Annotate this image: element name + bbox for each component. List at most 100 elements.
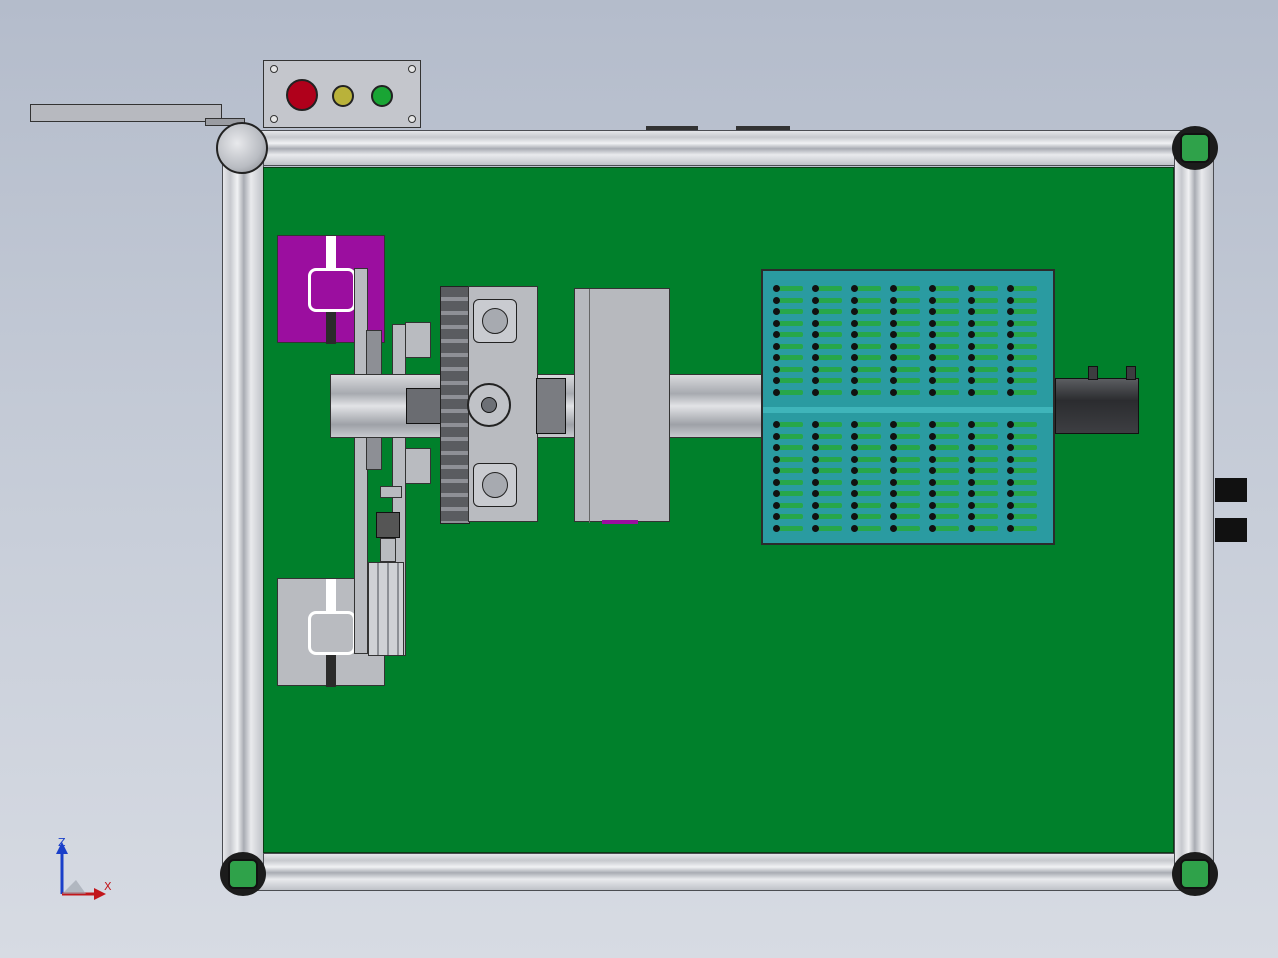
tray-part (857, 309, 881, 314)
tray-pocket (1007, 467, 1014, 474)
tray-pocket (1007, 478, 1014, 486)
tray-part (896, 320, 920, 326)
tray-part (818, 309, 842, 314)
tray-part (896, 309, 920, 314)
tray-pocket (890, 342, 897, 350)
tray-part (1013, 332, 1037, 337)
tray-pocket (968, 296, 975, 304)
tray-part (818, 366, 842, 372)
tray-pocket (812, 513, 819, 520)
tray-part (974, 514, 998, 519)
center-flange (467, 383, 511, 427)
tray-part (1013, 456, 1037, 462)
pause-button[interactable] (332, 85, 354, 107)
tray-part (857, 479, 881, 485)
tray-part (779, 309, 803, 314)
tray-part (896, 343, 920, 349)
tray-part (818, 343, 842, 349)
tray-part (779, 514, 803, 519)
tray-part (1013, 343, 1037, 349)
start-button[interactable] (371, 85, 393, 107)
tray-part (779, 355, 803, 360)
tray-part (818, 468, 842, 473)
tray-pocket (968, 285, 975, 292)
tray-part (1013, 525, 1037, 531)
tray-part (818, 479, 842, 485)
tray-pocket (773, 308, 780, 315)
tray-part (818, 378, 842, 383)
tray-part (857, 343, 881, 349)
tray-part (818, 456, 842, 462)
tray-pocket (851, 467, 858, 474)
tray-pocket (851, 444, 858, 451)
tray-part (1013, 433, 1037, 439)
press-divider (589, 289, 590, 523)
tray-pocket (812, 296, 819, 304)
tray-pocket (812, 490, 819, 497)
tray-pocket (773, 467, 780, 474)
magenta-fixture (277, 235, 385, 344)
tray-pocket (812, 331, 819, 338)
tray-part (1013, 297, 1037, 303)
tray-part (974, 309, 998, 314)
tray-part (974, 479, 998, 485)
tray-pocket (812, 285, 819, 292)
tray-part (779, 525, 803, 531)
tray-part (896, 468, 920, 473)
tray-pocket (968, 432, 975, 440)
stop-button[interactable] (286, 79, 318, 111)
tray-pocket (1007, 331, 1014, 338)
tray-pocket (812, 478, 819, 486)
tray-part (974, 525, 998, 531)
tray-pocket (968, 377, 975, 384)
fixture-slot (326, 579, 336, 613)
tray-pocket (929, 308, 936, 315)
tray-pocket (929, 319, 936, 327)
side-connector (1215, 518, 1247, 542)
tray-pocket (929, 342, 936, 350)
tray-pocket (890, 478, 897, 486)
tray-part (896, 332, 920, 337)
tray-pocket (890, 319, 897, 327)
tray-part (857, 445, 881, 450)
side-connector (1215, 478, 1247, 502)
tray-part (857, 332, 881, 337)
tray-pocket (890, 467, 897, 474)
frame-bottom-rail (232, 853, 1192, 891)
tray-pocket (1007, 421, 1014, 428)
tray-grid (763, 271, 1053, 543)
x-axis-label: X (104, 880, 112, 893)
fixture-socket (308, 611, 356, 655)
tray-pocket (890, 354, 897, 361)
tray-part (779, 422, 803, 427)
tray-pocket (851, 308, 858, 315)
tray-part (896, 378, 920, 383)
tray-pocket (890, 331, 897, 338)
tray-part (974, 355, 998, 360)
tray-pocket (773, 388, 780, 396)
tray-part (935, 502, 959, 508)
tray-pocket (1007, 490, 1014, 497)
tray-pocket (968, 308, 975, 315)
tray-pocket (773, 296, 780, 304)
tray-part (974, 389, 998, 395)
tray-pocket (890, 377, 897, 384)
fixture-slot (326, 236, 336, 270)
tray-pocket (851, 342, 858, 350)
tray-pocket (1007, 432, 1014, 440)
tray-pocket (773, 432, 780, 440)
tray-pocket (773, 501, 780, 509)
tray-part (935, 468, 959, 473)
tray-pocket (812, 455, 819, 463)
press-indicator (602, 520, 638, 524)
tray-part (935, 343, 959, 349)
tray-pocket (890, 432, 897, 440)
tray-part (935, 491, 959, 496)
tray-part (935, 433, 959, 439)
tray-part (779, 445, 803, 450)
control-panel (263, 60, 421, 128)
tray-part (1013, 479, 1037, 485)
tray-pocket (890, 296, 897, 304)
frame-corner-connector (1172, 852, 1218, 896)
tray-part (818, 502, 842, 508)
